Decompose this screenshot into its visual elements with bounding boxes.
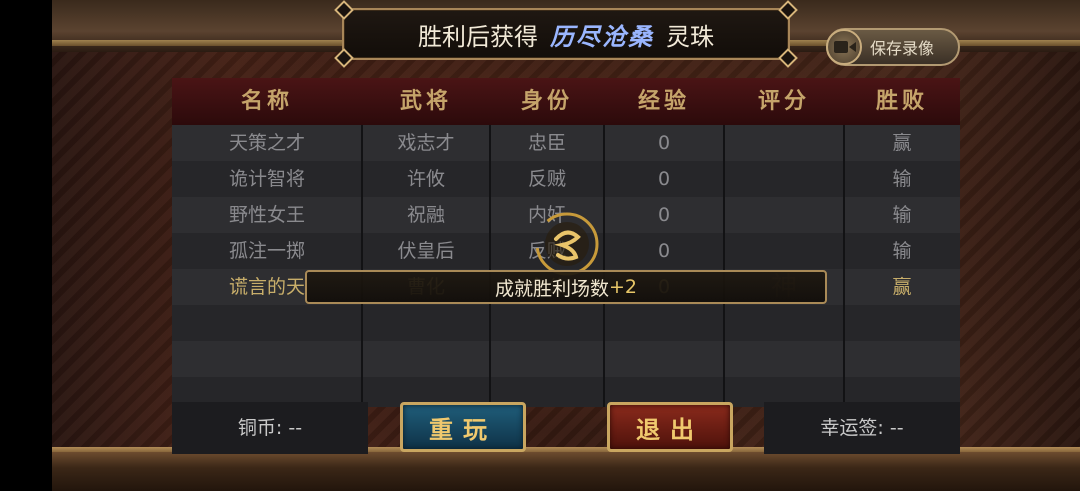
score-value <box>724 233 844 269</box>
achievement-bonus: +2 <box>609 276 638 298</box>
reward-prefix: 胜利后获得 <box>418 22 538 51</box>
player-name: 野性女王 <box>228 204 305 226</box>
video-camera-icon <box>826 29 862 65</box>
lucky-draw-display: 幸运签: -- <box>764 402 960 454</box>
table-row: 诡计智将 许攸 反贼 0 输 <box>172 161 960 197</box>
reward-suffix: 灵珠 <box>666 22 714 51</box>
role-name: 反贼 <box>527 168 566 190</box>
header-result: 胜败 <box>875 88 928 114</box>
result-value: 输 <box>892 240 912 262</box>
achievement-text: 成就胜利场数 <box>494 277 609 300</box>
header-general: 武将 <box>399 88 452 114</box>
result-value: 赢 <box>892 276 912 298</box>
achievement-toast: 成就胜利场数 +2 <box>305 270 827 304</box>
result-value: 输 <box>892 204 912 226</box>
table-row-empty <box>172 341 960 377</box>
bottom-wooden-beam <box>52 452 1080 491</box>
column-divider <box>489 125 491 407</box>
table-row-empty <box>172 305 960 341</box>
general-name: 戏志才 <box>397 132 455 154</box>
result-value: 输 <box>892 168 912 190</box>
header-exp: 经验 <box>637 88 690 114</box>
exp-value: 0 <box>657 204 671 226</box>
dragon-emblem-icon <box>535 212 599 276</box>
header-name: 名称 <box>240 88 293 114</box>
header-role: 身份 <box>520 88 573 114</box>
column-divider <box>603 125 605 407</box>
result-value: 赢 <box>892 132 912 154</box>
player-name: 天策之才 <box>228 132 305 154</box>
table-header: 名称 武将 身份 经验 评分 胜败 <box>172 78 960 125</box>
exp-value: 0 <box>657 132 671 154</box>
save-replay-button[interactable]: 保存录像 <box>826 28 960 66</box>
player-name: 诡计智将 <box>228 168 305 190</box>
save-replay-label: 保存录像 <box>870 39 935 58</box>
header-score: 评分 <box>757 88 810 114</box>
exp-value: 0 <box>657 240 671 262</box>
table-row: 天策之才 戏志才 忠臣 0 赢 <box>172 125 960 161</box>
general-name: 伏皇后 <box>397 240 455 262</box>
score-value <box>724 125 844 161</box>
reward-item-name: 历尽沧桑 <box>550 21 654 51</box>
player-name: 孤注一掷 <box>228 240 305 262</box>
column-divider <box>723 125 725 407</box>
score-value <box>724 197 844 233</box>
general-name: 祝融 <box>406 204 445 226</box>
exp-value: 0 <box>657 168 671 190</box>
reward-banner: 胜利后获得 历尽沧桑 灵珠 <box>334 0 798 68</box>
column-divider <box>361 125 363 407</box>
general-name: 许攸 <box>406 168 445 190</box>
role-name: 忠臣 <box>527 132 566 154</box>
exit-button[interactable]: 退出 <box>607 402 733 452</box>
replay-button[interactable]: 重玩 <box>400 402 526 452</box>
column-divider <box>843 125 845 407</box>
copper-coin-display: 铜币: -- <box>172 402 368 454</box>
score-value <box>724 161 844 197</box>
